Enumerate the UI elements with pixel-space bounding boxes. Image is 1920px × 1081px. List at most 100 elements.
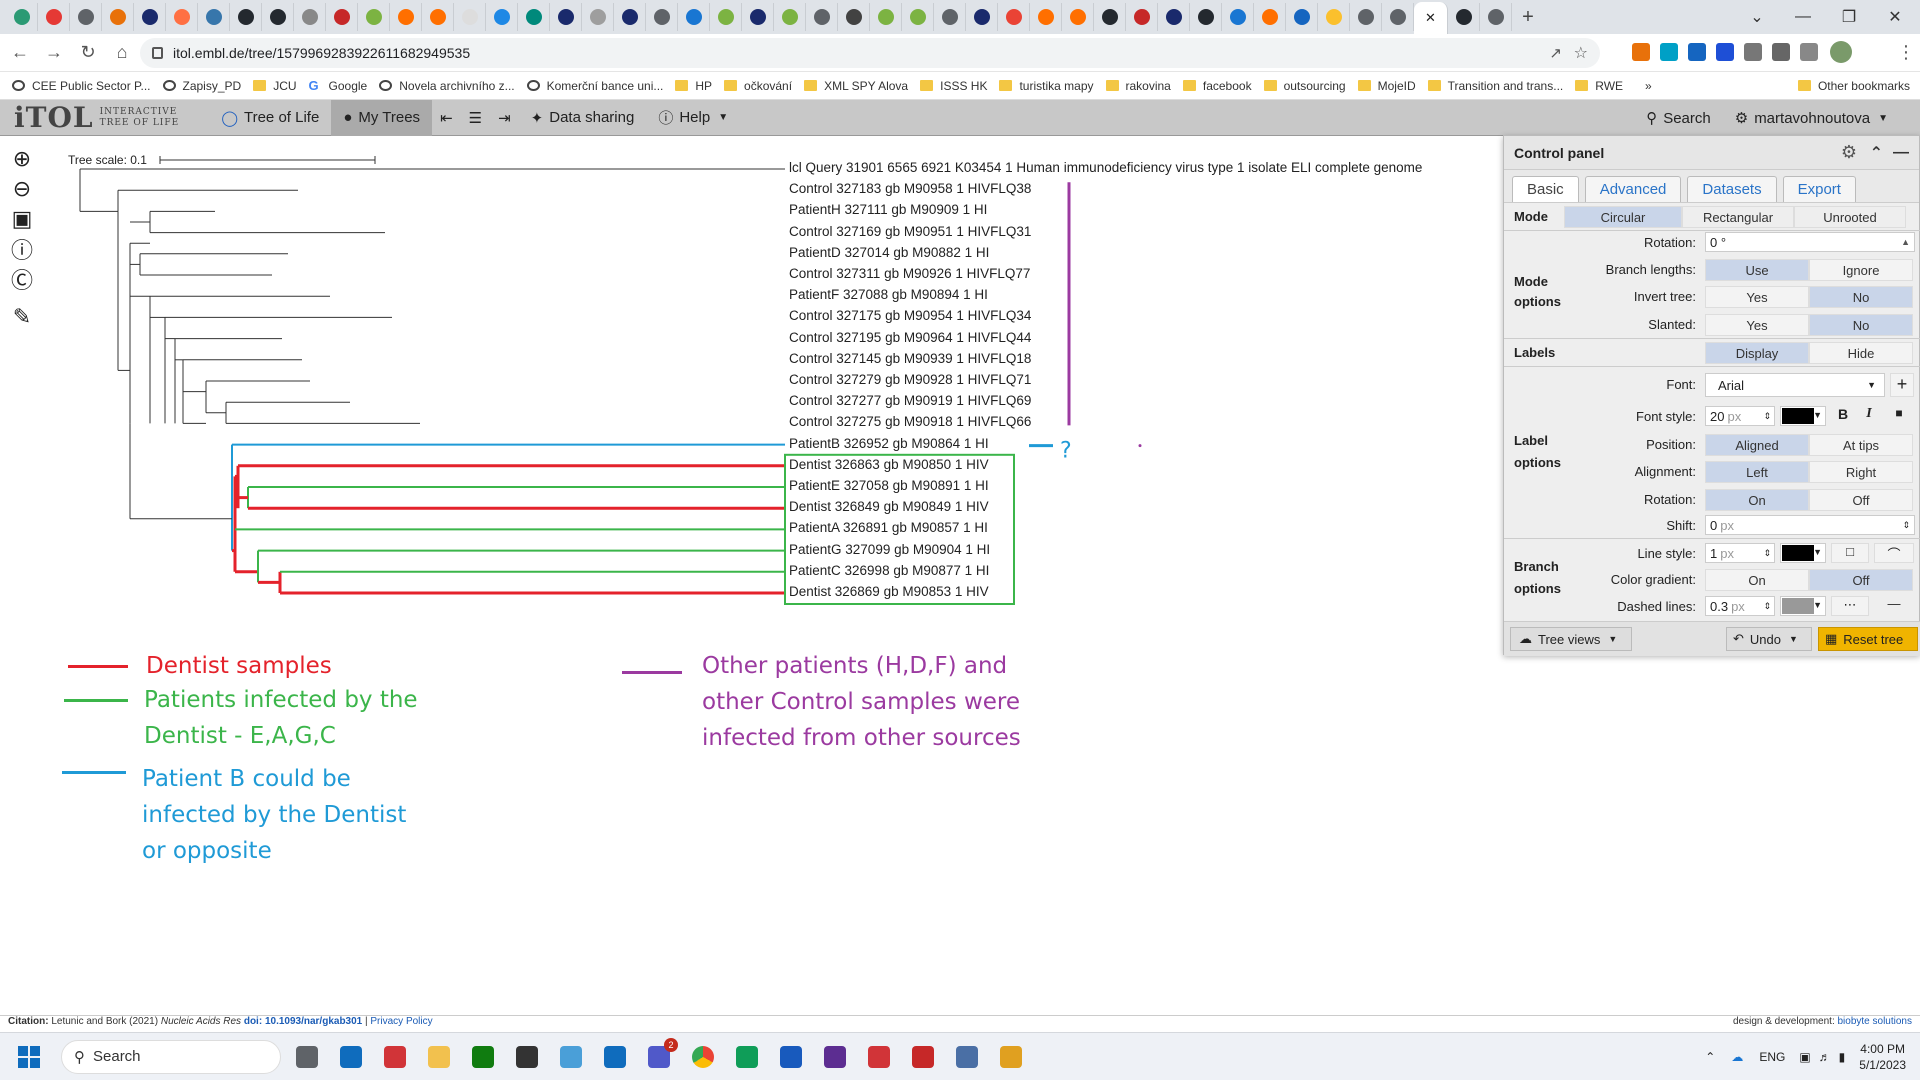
browser-tab[interactable] xyxy=(1350,3,1382,31)
add-font-icon[interactable]: + xyxy=(1890,373,1914,397)
tab-search-icon[interactable]: ⌄ xyxy=(1734,0,1780,34)
leaf-label[interactable]: PatientD 327014 gb M90882 1 HI xyxy=(789,245,989,260)
branch-lengths-use[interactable]: Use xyxy=(1705,259,1809,281)
other-bookmarks[interactable]: Other bookmarks xyxy=(1797,79,1910,93)
bookmark-item[interactable]: MojeID xyxy=(1357,79,1416,93)
leaf-label[interactable]: lcl Query 31901 6565 6921 K03454 1 Human… xyxy=(789,160,1422,175)
back-icon[interactable]: ← xyxy=(6,39,34,67)
tab-basic[interactable]: Basic xyxy=(1512,176,1579,202)
browser-tab[interactable] xyxy=(1286,3,1318,31)
leaf-label[interactable]: Dentist 326849 gb M90849 1 HIV xyxy=(789,499,989,514)
itol-search[interactable]: ⚲ Search xyxy=(1634,100,1723,136)
download-icon[interactable] xyxy=(1772,43,1790,61)
leaf-label[interactable]: Control 327183 gb M90958 1 HIVFLQ38 xyxy=(789,181,1031,196)
leaf-label[interactable]: Dentist 326869 gb M90853 1 HIV xyxy=(789,584,989,599)
new-tab-icon[interactable]: + xyxy=(1512,6,1544,29)
leaf-label[interactable]: Control 327275 gb M90918 1 HIVFLQ66 xyxy=(789,414,1031,429)
taskbar-app-icon[interactable] xyxy=(600,1042,630,1072)
onedrive-icon[interactable]: ☁ xyxy=(1731,1050,1743,1064)
dashed-color-picker[interactable]: ▼ xyxy=(1780,596,1826,616)
extension-k-icon[interactable] xyxy=(1632,43,1650,61)
itol-logo[interactable]: iTOL INTERACTIVE TREE OF LIFE xyxy=(14,101,179,134)
language-indicator[interactable]: ENG xyxy=(1759,1050,1785,1064)
labels-display[interactable]: Display xyxy=(1705,342,1809,364)
first-tree-icon[interactable]: ⇤ xyxy=(432,100,461,136)
bookmark-item[interactable]: Zapisy_PD xyxy=(162,79,241,93)
browser-tab[interactable] xyxy=(1448,3,1480,31)
browser-tab[interactable] xyxy=(1222,3,1254,31)
bookmark-item[interactable]: Transition and trans... xyxy=(1427,79,1563,93)
bookmark-item[interactable]: HP xyxy=(675,79,712,93)
forward-icon[interactable]: → xyxy=(40,39,68,67)
extension-fa-icon[interactable] xyxy=(1716,43,1734,61)
bookmark-item[interactable]: CEE Public Sector P... xyxy=(12,79,151,93)
leaf-label[interactable]: PatientH 327111 gb M90909 1 HI xyxy=(789,202,987,217)
tree-views-button[interactable]: ☁ Tree views ▼ xyxy=(1510,627,1632,651)
browser-tab[interactable] xyxy=(998,3,1030,31)
branch-lengths-ignore[interactable]: Ignore xyxy=(1809,259,1913,281)
bookmark-item[interactable]: XML SPY Alova xyxy=(804,79,908,93)
bookmark-item[interactable]: JCU xyxy=(253,79,297,93)
font-select[interactable]: Arial ▼ xyxy=(1705,373,1885,397)
browser-tab[interactable] xyxy=(390,3,422,31)
sidebar-icon[interactable] xyxy=(1800,43,1818,61)
browser-tab[interactable] xyxy=(230,3,262,31)
collapse-icon[interactable]: ⌃ xyxy=(1870,143,1883,163)
home-icon[interactable]: ⌂ xyxy=(108,39,136,67)
taskbar-app-icon[interactable] xyxy=(556,1042,586,1072)
square-corners-icon[interactable]: □ xyxy=(1831,543,1869,563)
taskbar-app-icon[interactable] xyxy=(776,1042,806,1072)
bookmark-item[interactable]: očkování xyxy=(724,79,792,93)
taskbar-app-icon[interactable] xyxy=(336,1042,366,1072)
bookmark-item[interactable]: ISSS HK xyxy=(920,79,987,93)
leaf-label[interactable]: Control 327195 gb M90964 1 HIVFLQ44 xyxy=(789,330,1031,345)
browser-tab[interactable] xyxy=(1190,3,1222,31)
browser-tab[interactable] xyxy=(1382,3,1414,31)
taskbar-app-icon[interactable] xyxy=(952,1042,982,1072)
browser-tab[interactable] xyxy=(902,3,934,31)
taskbar-app-icon[interactable] xyxy=(908,1042,938,1072)
phylogenetic-tree[interactable]: Tree scale: 0.1? xyxy=(0,136,1500,636)
position-aligned[interactable]: Aligned xyxy=(1705,434,1809,456)
labels-hide[interactable]: Hide xyxy=(1809,342,1913,364)
browser-tab[interactable] xyxy=(550,3,582,31)
leaf-label[interactable]: PatientF 327088 gb M90894 1 HI xyxy=(789,287,988,302)
browser-tab[interactable] xyxy=(678,3,710,31)
slanted-no[interactable]: No xyxy=(1809,314,1913,336)
browser-tab[interactable] xyxy=(1480,3,1512,31)
browser-tab[interactable] xyxy=(1318,3,1350,31)
alignment-left[interactable]: Left xyxy=(1705,461,1809,483)
label-rotation-on[interactable]: On xyxy=(1705,489,1809,511)
mode-circular[interactable]: Circular xyxy=(1564,206,1682,228)
lock-style-icon[interactable]: ■ xyxy=(1887,406,1911,426)
bookmark-item[interactable]: outsourcing xyxy=(1263,79,1346,93)
bookmarks-overflow-button[interactable]: » xyxy=(1645,79,1652,93)
settings-gear-icon[interactable]: ⚙ xyxy=(1841,142,1857,163)
bookmark-item[interactable]: rakovina xyxy=(1105,79,1171,93)
browser-tab[interactable] xyxy=(1126,3,1158,31)
taskbar-app-icon[interactable] xyxy=(424,1042,454,1072)
invert-no[interactable]: No xyxy=(1809,286,1913,308)
browser-tab[interactable] xyxy=(6,3,38,31)
last-tree-icon[interactable]: ⇥ xyxy=(490,100,519,136)
puzzle-icon[interactable] xyxy=(1744,43,1762,61)
taskbar-search[interactable]: ⚲ Search xyxy=(61,1039,281,1074)
browser-tab[interactable] xyxy=(966,3,998,31)
taskbar-app-icon[interactable] xyxy=(292,1042,322,1072)
font-size-input[interactable]: 20 px ⇕ xyxy=(1705,406,1775,426)
leaf-label[interactable]: Control 327169 gb M90951 1 HIVFLQ31 xyxy=(789,224,1031,239)
leaf-label[interactable]: Control 327175 gb M90954 1 HIVFLQ34 xyxy=(789,308,1031,323)
volume-icon[interactable]: ♬ xyxy=(1819,1050,1831,1064)
tab-export[interactable]: Export xyxy=(1782,176,1856,202)
bookmark-item[interactable]: G Google xyxy=(309,78,368,93)
taskbar-app-icon[interactable] xyxy=(512,1042,542,1072)
menu-my-trees[interactable]: ● My Trees xyxy=(331,99,433,136)
browser-tab[interactable] xyxy=(806,3,838,31)
browser-tab[interactable] xyxy=(742,3,774,31)
browser-tab[interactable] xyxy=(134,3,166,31)
star-icon[interactable]: ☆ xyxy=(1574,43,1588,63)
taskbar-app-icon[interactable] xyxy=(380,1042,410,1072)
browser-tab[interactable] xyxy=(198,3,230,31)
browser-tab[interactable] xyxy=(774,3,806,31)
mode-rectangular[interactable]: Rectangular xyxy=(1682,206,1794,228)
